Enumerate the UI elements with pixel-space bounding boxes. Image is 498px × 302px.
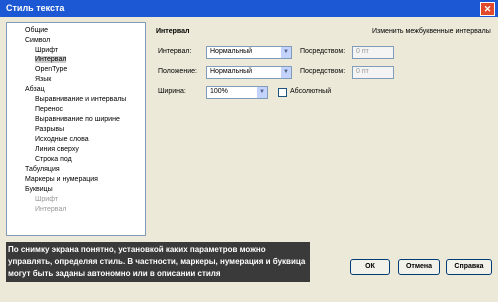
main-panel: Интервал Изменить межбуквенные интервалы… — [150, 22, 492, 234]
tree-item-line-above[interactable]: Линия сверху — [35, 146, 79, 153]
position-label: Положение: — [158, 68, 197, 75]
posred1-input[interactable]: 0 пт — [352, 46, 394, 59]
category-tree: Общие Символ Шрифт Интервал OpenType Язы… — [6, 22, 146, 236]
tree-item-breaks[interactable]: Разрывы — [35, 126, 64, 133]
help-button[interactable]: Справка — [446, 259, 492, 275]
tree-item-font[interactable]: Шрифт — [35, 47, 58, 54]
kerning-link[interactable]: Изменить межбуквенные интервалы — [372, 28, 491, 35]
tree-item-opentype[interactable]: OpenType — [35, 66, 67, 73]
posred2-input[interactable]: 0 пт — [352, 66, 394, 79]
posred1-label: Посредством: — [300, 48, 346, 55]
tree-item-source[interactable]: Исходные слова — [35, 136, 89, 143]
interval-select[interactable]: Нормальный ▼ — [206, 46, 292, 59]
posred2-label: Посредством: — [300, 68, 346, 75]
tree-item-justify[interactable]: Выравнивание по ширине — [35, 116, 120, 123]
tree-item-hyphen[interactable]: Перенос — [35, 106, 63, 113]
position-select[interactable]: Нормальный ▼ — [206, 66, 292, 79]
tree-item-paragraph[interactable]: Абзац — [25, 86, 45, 93]
width-label: Ширина: — [158, 88, 186, 95]
width-select[interactable]: 100% ▼ — [206, 86, 268, 99]
title-bar: Стиль текста ✕ — [0, 0, 498, 17]
chevron-down-icon: ▼ — [257, 87, 267, 98]
tree-item-markers[interactable]: Маркеры и нумерация — [25, 176, 98, 183]
tree-item-dropcaps[interactable]: Буквицы — [25, 186, 53, 193]
section-title: Интервал — [156, 28, 190, 35]
tree-item-interval[interactable]: Интервал — [35, 56, 67, 63]
absolute2-label: Абсолютный — [290, 88, 332, 95]
close-button[interactable]: ✕ — [480, 2, 495, 16]
window-title: Стиль текста — [6, 3, 65, 13]
tree-item-general[interactable]: Общие — [25, 27, 48, 34]
tree-item-line-below[interactable]: Строка под — [35, 156, 72, 163]
cancel-button[interactable]: Отмена — [398, 259, 440, 275]
interval-label: Интервал: — [158, 48, 192, 55]
tree-item-align[interactable]: Выравнивание и интервалы — [35, 96, 126, 103]
tree-item-tabs[interactable]: Табуляция — [25, 166, 60, 173]
ok-button[interactable]: ОК — [350, 259, 390, 275]
tree-item-dc-interval[interactable]: Интервал — [35, 206, 66, 213]
tree-item-dc-font[interactable]: Шрифт — [35, 196, 58, 203]
absolute2-checkbox[interactable] — [278, 88, 287, 97]
chevron-down-icon: ▼ — [281, 47, 291, 58]
caption: По снимку экрана понятно, установкой как… — [6, 242, 310, 282]
tree-item-symbol[interactable]: Символ — [25, 37, 50, 44]
chevron-down-icon: ▼ — [281, 67, 291, 78]
tree-item-language[interactable]: Язык — [35, 76, 51, 83]
